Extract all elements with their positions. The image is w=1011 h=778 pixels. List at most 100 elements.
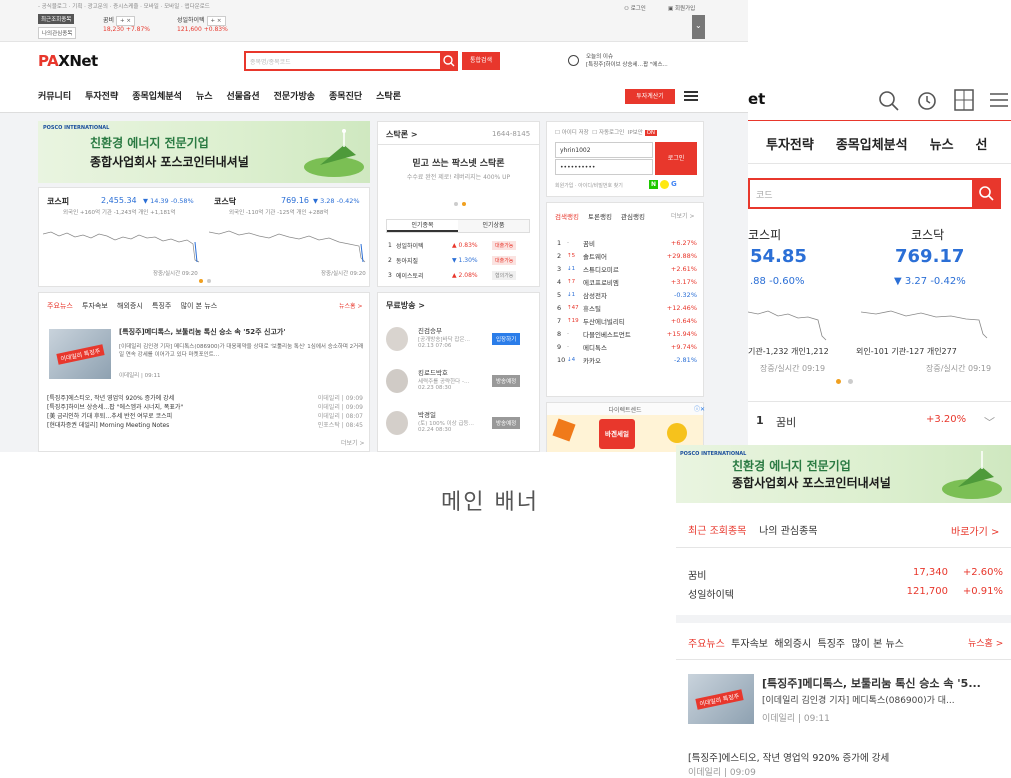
- paxnet-logo[interactable]: PAXNet: [38, 52, 98, 70]
- mobile-news-item-2[interactable]: [특징주]에스티오, 작년 영업익 920% 증가에 강세: [688, 750, 889, 764]
- mobile-news-headline[interactable]: [특징주]메디톡스, 보툴리눔 톡신 승소 속 '5...: [762, 675, 1007, 691]
- add-icon[interactable]: + ×: [206, 16, 226, 26]
- list-item[interactable]: 8- 다믈인베스트먼트 +15.94%: [557, 327, 697, 340]
- news-headline[interactable]: [특징주]메디톡스, 보툴리눔 톡신 승소 속 '52주 신고가': [119, 327, 367, 337]
- topbar-expand-button[interactable]: ⌄: [692, 15, 705, 39]
- mobile-search-input[interactable]: 코드: [748, 178, 1001, 209]
- nav-more[interactable]: 선: [976, 134, 988, 153]
- tab-interest-rank[interactable]: 관심랭킹: [621, 213, 645, 221]
- stockloan-title[interactable]: 스탁론 >: [386, 129, 418, 140]
- list-item[interactable]: 5 ↓1 삼성전자 -0.32%: [557, 288, 697, 301]
- tab-overseas[interactable]: 해외증시: [117, 302, 143, 310]
- nav-diagnosis[interactable]: 종목진단: [329, 89, 362, 102]
- login-link[interactable]: ⚇ 로그인: [624, 4, 646, 12]
- recent-stocks-tab[interactable]: 최근조회종목: [38, 14, 75, 24]
- list-item[interactable]: 2 동아지질 ▼ 1.30% 대출가능: [388, 253, 532, 268]
- list-item[interactable]: 3 에이스토리 ▲ 2.08% 협의가능: [388, 268, 532, 283]
- tab-recent[interactable]: 최근 조회종목: [688, 526, 746, 537]
- list-item[interactable]: [특징주]하이브 상승세…팝 "에스엠과 시너지, 폭표가" 이데일리 | 09:…: [47, 402, 363, 411]
- news-thumbnail[interactable]: 이데일리 특징주: [49, 329, 111, 379]
- nav-futures[interactable]: 선물옵션: [227, 89, 260, 102]
- news-thumbnail[interactable]: 이데일리 특징주: [688, 674, 754, 724]
- goto-link[interactable]: 바로가기 >: [951, 523, 999, 538]
- integrated-search-button[interactable]: 통합검색: [462, 52, 500, 70]
- menu-icon[interactable]: [988, 91, 1010, 109]
- list-item[interactable]: 1 성일하이텍 ▲ 0.83% 대출가능: [388, 238, 532, 253]
- kosdaq-sparkline[interactable]: [209, 222, 369, 266]
- list-item[interactable]: [특징주]에스티오, 작년 영업익 920% 증가에 강세 이데일리 | 09:0…: [47, 393, 363, 402]
- carousel-dot[interactable]: [207, 279, 211, 283]
- mobile-kospi-sparkline[interactable]: [748, 302, 828, 342]
- ad-close-icon[interactable]: ⓘ✕: [694, 404, 705, 413]
- nav-strategy[interactable]: 투자전략: [766, 134, 814, 153]
- list-item[interactable]: 9- 메디톡스 +9.74%: [557, 340, 697, 353]
- mobile-main-banner[interactable]: POSCO INTERNATIONAL 친환경 에너지 전문기업 종합사업회사 …: [676, 445, 1011, 503]
- list-item[interactable]: [현대차증권 데일리] Morning Meeting Notes 인포스탁 | …: [47, 420, 363, 429]
- table-row[interactable]: 성일하이텍 121,700 +0.91%: [688, 586, 1003, 601]
- ranking-more-link[interactable]: 더보기 >: [671, 211, 695, 220]
- chevron-down-icon[interactable]: ﹀: [984, 414, 995, 430]
- tab-main-news[interactable]: 주요뉴스: [688, 639, 725, 650]
- nav-broadcast[interactable]: 전문가방송: [274, 89, 315, 102]
- mobile-search-button[interactable]: [972, 178, 1001, 209]
- broadcast-item[interactable]: 박경일 (토) 100% 이상 급등… 02.24 08:30 방송예정: [386, 409, 536, 439]
- tab-popular-products[interactable]: 인기상품: [458, 220, 529, 232]
- naver-login-icon[interactable]: N: [649, 180, 658, 189]
- tab-popular-stocks[interactable]: 인기종목: [387, 220, 458, 232]
- mobile-logo-fragment[interactable]: et: [748, 90, 765, 108]
- tab-featured[interactable]: 특징주: [818, 639, 846, 650]
- save-id-checkbox[interactable]: ☐ 아이디 저장: [555, 130, 589, 136]
- tab-featured[interactable]: 특징주: [152, 302, 171, 310]
- join-link[interactable]: ▣ 회원가입: [668, 4, 695, 12]
- mobile-rank-row[interactable]: 1 꿈비 +3.20% ﹀: [756, 414, 1006, 430]
- scheduled-button[interactable]: 방송예정: [492, 375, 521, 387]
- tab-search-rank[interactable]: 검색랭킹: [555, 213, 579, 221]
- broadcast-item[interactable]: 진검승부 [공개방송]바닥 잡은… 02.13 07:06 입장하기: [386, 325, 536, 355]
- nav-stockloan[interactable]: 스탁론: [376, 89, 401, 102]
- carousel-dot[interactable]: [454, 202, 458, 206]
- tab-main-news[interactable]: 주요뉴스: [47, 302, 73, 310]
- add-icon[interactable]: + ×: [115, 16, 135, 26]
- tab-discussion-rank[interactable]: 토론랭킹: [588, 213, 612, 221]
- news-home-link[interactable]: 뉴스홈 >: [339, 301, 363, 310]
- signup-find-links[interactable]: 회원가입 · 아이디/비밀번호 찾기: [555, 182, 623, 189]
- tab-popular[interactable]: 많이 본 뉴스: [181, 302, 218, 310]
- tab-breaking[interactable]: 투자속보: [82, 302, 108, 310]
- list-item[interactable]: 1- 꿈비 +6.27%: [557, 236, 697, 249]
- password-field[interactable]: ••••••••••: [555, 159, 653, 175]
- list-item[interactable]: 3 ↓1 스튜디오미르 +2.61%: [557, 262, 697, 275]
- nav-analysis[interactable]: 종목입체분석: [132, 89, 182, 102]
- tab-overseas[interactable]: 해외증시: [774, 639, 811, 650]
- my-stocks-tab[interactable]: 나의관심종목: [38, 27, 77, 39]
- kakao-login-icon[interactable]: [660, 180, 669, 189]
- menu-icon[interactable]: [684, 91, 698, 101]
- list-item[interactable]: 7 ↑19 두산에너빌리티 +0.64%: [557, 314, 697, 327]
- mobile-kosdaq-sparkline[interactable]: [861, 302, 991, 342]
- calculator-icon[interactable]: [953, 88, 975, 112]
- list-item[interactable]: [美 금리인하 기대 후퇴…추세 반전 여부로 코스피 이데일리 | 08:07: [47, 411, 363, 420]
- search-button[interactable]: [440, 51, 458, 71]
- carousel-dot[interactable]: [848, 379, 853, 384]
- main-banner[interactable]: POSCO INTERNATIONAL 친환경 에너지 전문기업 종합사업회사 …: [38, 121, 370, 183]
- clock-icon[interactable]: [916, 90, 938, 112]
- issue-ticker[interactable]: 오늘의 이슈 [특징주]하이브 상승세…팝 "에스...: [586, 52, 668, 68]
- list-item[interactable]: 10 ↓4 카카오 -2.81%: [557, 353, 697, 366]
- topbar-stock2[interactable]: 성일하이텍 + × 121,600 +0.83%: [177, 15, 228, 33]
- nav-news[interactable]: 뉴스: [196, 89, 213, 102]
- utility-links[interactable]: - 공식블로그 · 기획 · 광고문의 · 증시스케줄 · 모바일 · 모바일 …: [38, 2, 210, 10]
- table-row[interactable]: 꿈비 17,340 +2.60%: [688, 567, 1003, 582]
- carousel-dot-active[interactable]: [836, 379, 841, 384]
- news-home-link[interactable]: 뉴스홈 >: [968, 636, 1003, 649]
- google-login-icon[interactable]: G: [671, 180, 677, 188]
- broadcast-title[interactable]: 무료방송 >: [386, 300, 425, 311]
- carousel-dot-active[interactable]: [199, 279, 203, 283]
- carousel-dot-active[interactable]: [462, 202, 466, 206]
- search-input[interactable]: 종목명/종목코드: [244, 51, 458, 71]
- tab-popular[interactable]: 많이 본 뉴스: [851, 639, 903, 650]
- list-item[interactable]: 6 ↑47 휴스틸 +12.46%: [557, 301, 697, 314]
- invest-calculator-button[interactable]: 투자계산기: [625, 89, 675, 104]
- tab-breaking[interactable]: 투자속보: [731, 639, 768, 650]
- auto-login-checkbox[interactable]: ☐ 자동로그인: [592, 130, 624, 136]
- topbar-stock1[interactable]: 꿈비 + × 18,230 +7.87%: [103, 15, 150, 33]
- broadcast-item[interactable]: 킹로드박호 세력주를 공략한다 -… 02.23 08:30 방송예정: [386, 367, 536, 397]
